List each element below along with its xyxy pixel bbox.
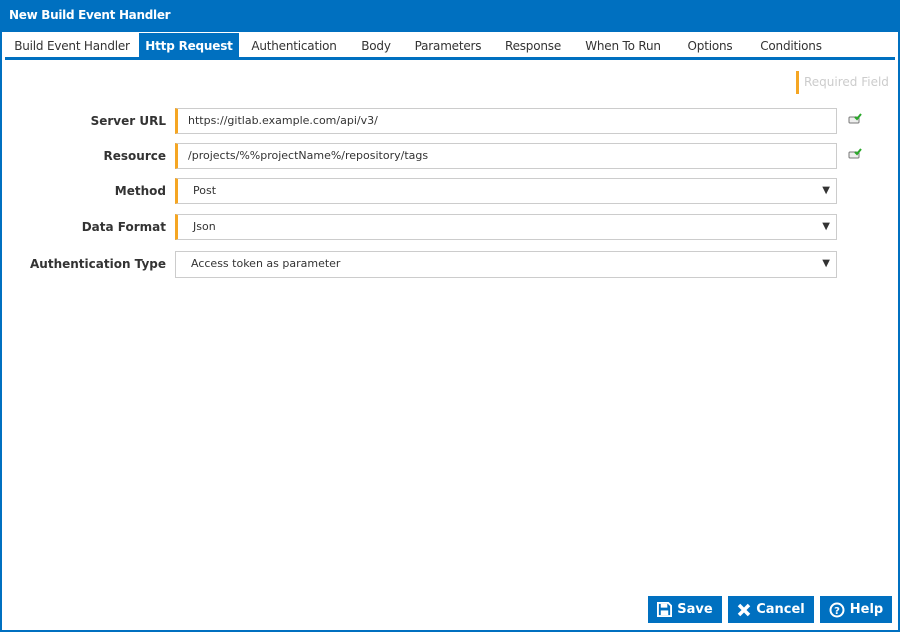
tab-build-event-handler[interactable]: Build Event Handler (5, 33, 139, 60)
save-button[interactable]: Save (648, 596, 722, 623)
tab-authentication[interactable]: Authentication (239, 33, 349, 60)
chevron-down-icon: ▼ (822, 221, 830, 232)
tab-conditions[interactable]: Conditions (747, 33, 835, 60)
close-icon (737, 603, 751, 616)
help-button[interactable]: ? Help (820, 596, 892, 623)
tab-http-request[interactable]: Http Request (139, 33, 239, 60)
tab-parameters[interactable]: Parameters (403, 33, 493, 60)
server-url-input[interactable]: https://gitlab.example.com/api/v3/ (175, 108, 837, 134)
method-label: Method (114, 184, 166, 198)
tab-options[interactable]: Options (673, 33, 747, 60)
help-label: Help (849, 602, 884, 617)
auth-type-select[interactable]: Access token as parameter ▼ (175, 251, 837, 278)
data-format-select[interactable]: Json ▼ (175, 214, 837, 240)
server-url-label: Server URL (90, 114, 166, 128)
save-label: Save (677, 602, 713, 617)
dialog-window (0, 0, 900, 632)
cancel-label: Cancel (756, 602, 805, 617)
resource-label: Resource (103, 149, 166, 163)
method-value: Post (193, 184, 217, 197)
variable-insert-icon[interactable] (848, 113, 862, 125)
auth-type-value: Access token as parameter (191, 257, 341, 270)
question-circle-icon: ? (829, 602, 845, 617)
tab-bar: Build Event Handler Http Request Authent… (5, 33, 895, 60)
tab-when-to-run[interactable]: When To Run (573, 33, 673, 60)
tab-response[interactable]: Response (493, 33, 573, 60)
svg-text:?: ? (834, 606, 840, 617)
floppy-disk-icon (657, 602, 673, 617)
chevron-down-icon: ▼ (822, 185, 830, 196)
data-format-label: Data Format (81, 220, 166, 234)
auth-type-label: Authentication Type (30, 257, 166, 271)
variable-insert-icon[interactable] (848, 148, 862, 160)
chevron-down-icon: ▼ (822, 258, 830, 269)
method-select[interactable]: Post ▼ (175, 178, 837, 204)
cancel-button[interactable]: Cancel (728, 596, 814, 623)
resource-input[interactable]: /projects/%%projectName%/repository/tags (175, 143, 837, 169)
dialog-title: New Build Event Handler (0, 0, 900, 32)
data-format-value: Json (193, 220, 216, 233)
tab-body[interactable]: Body (349, 33, 403, 60)
required-field-legend: Required Field (796, 71, 889, 94)
